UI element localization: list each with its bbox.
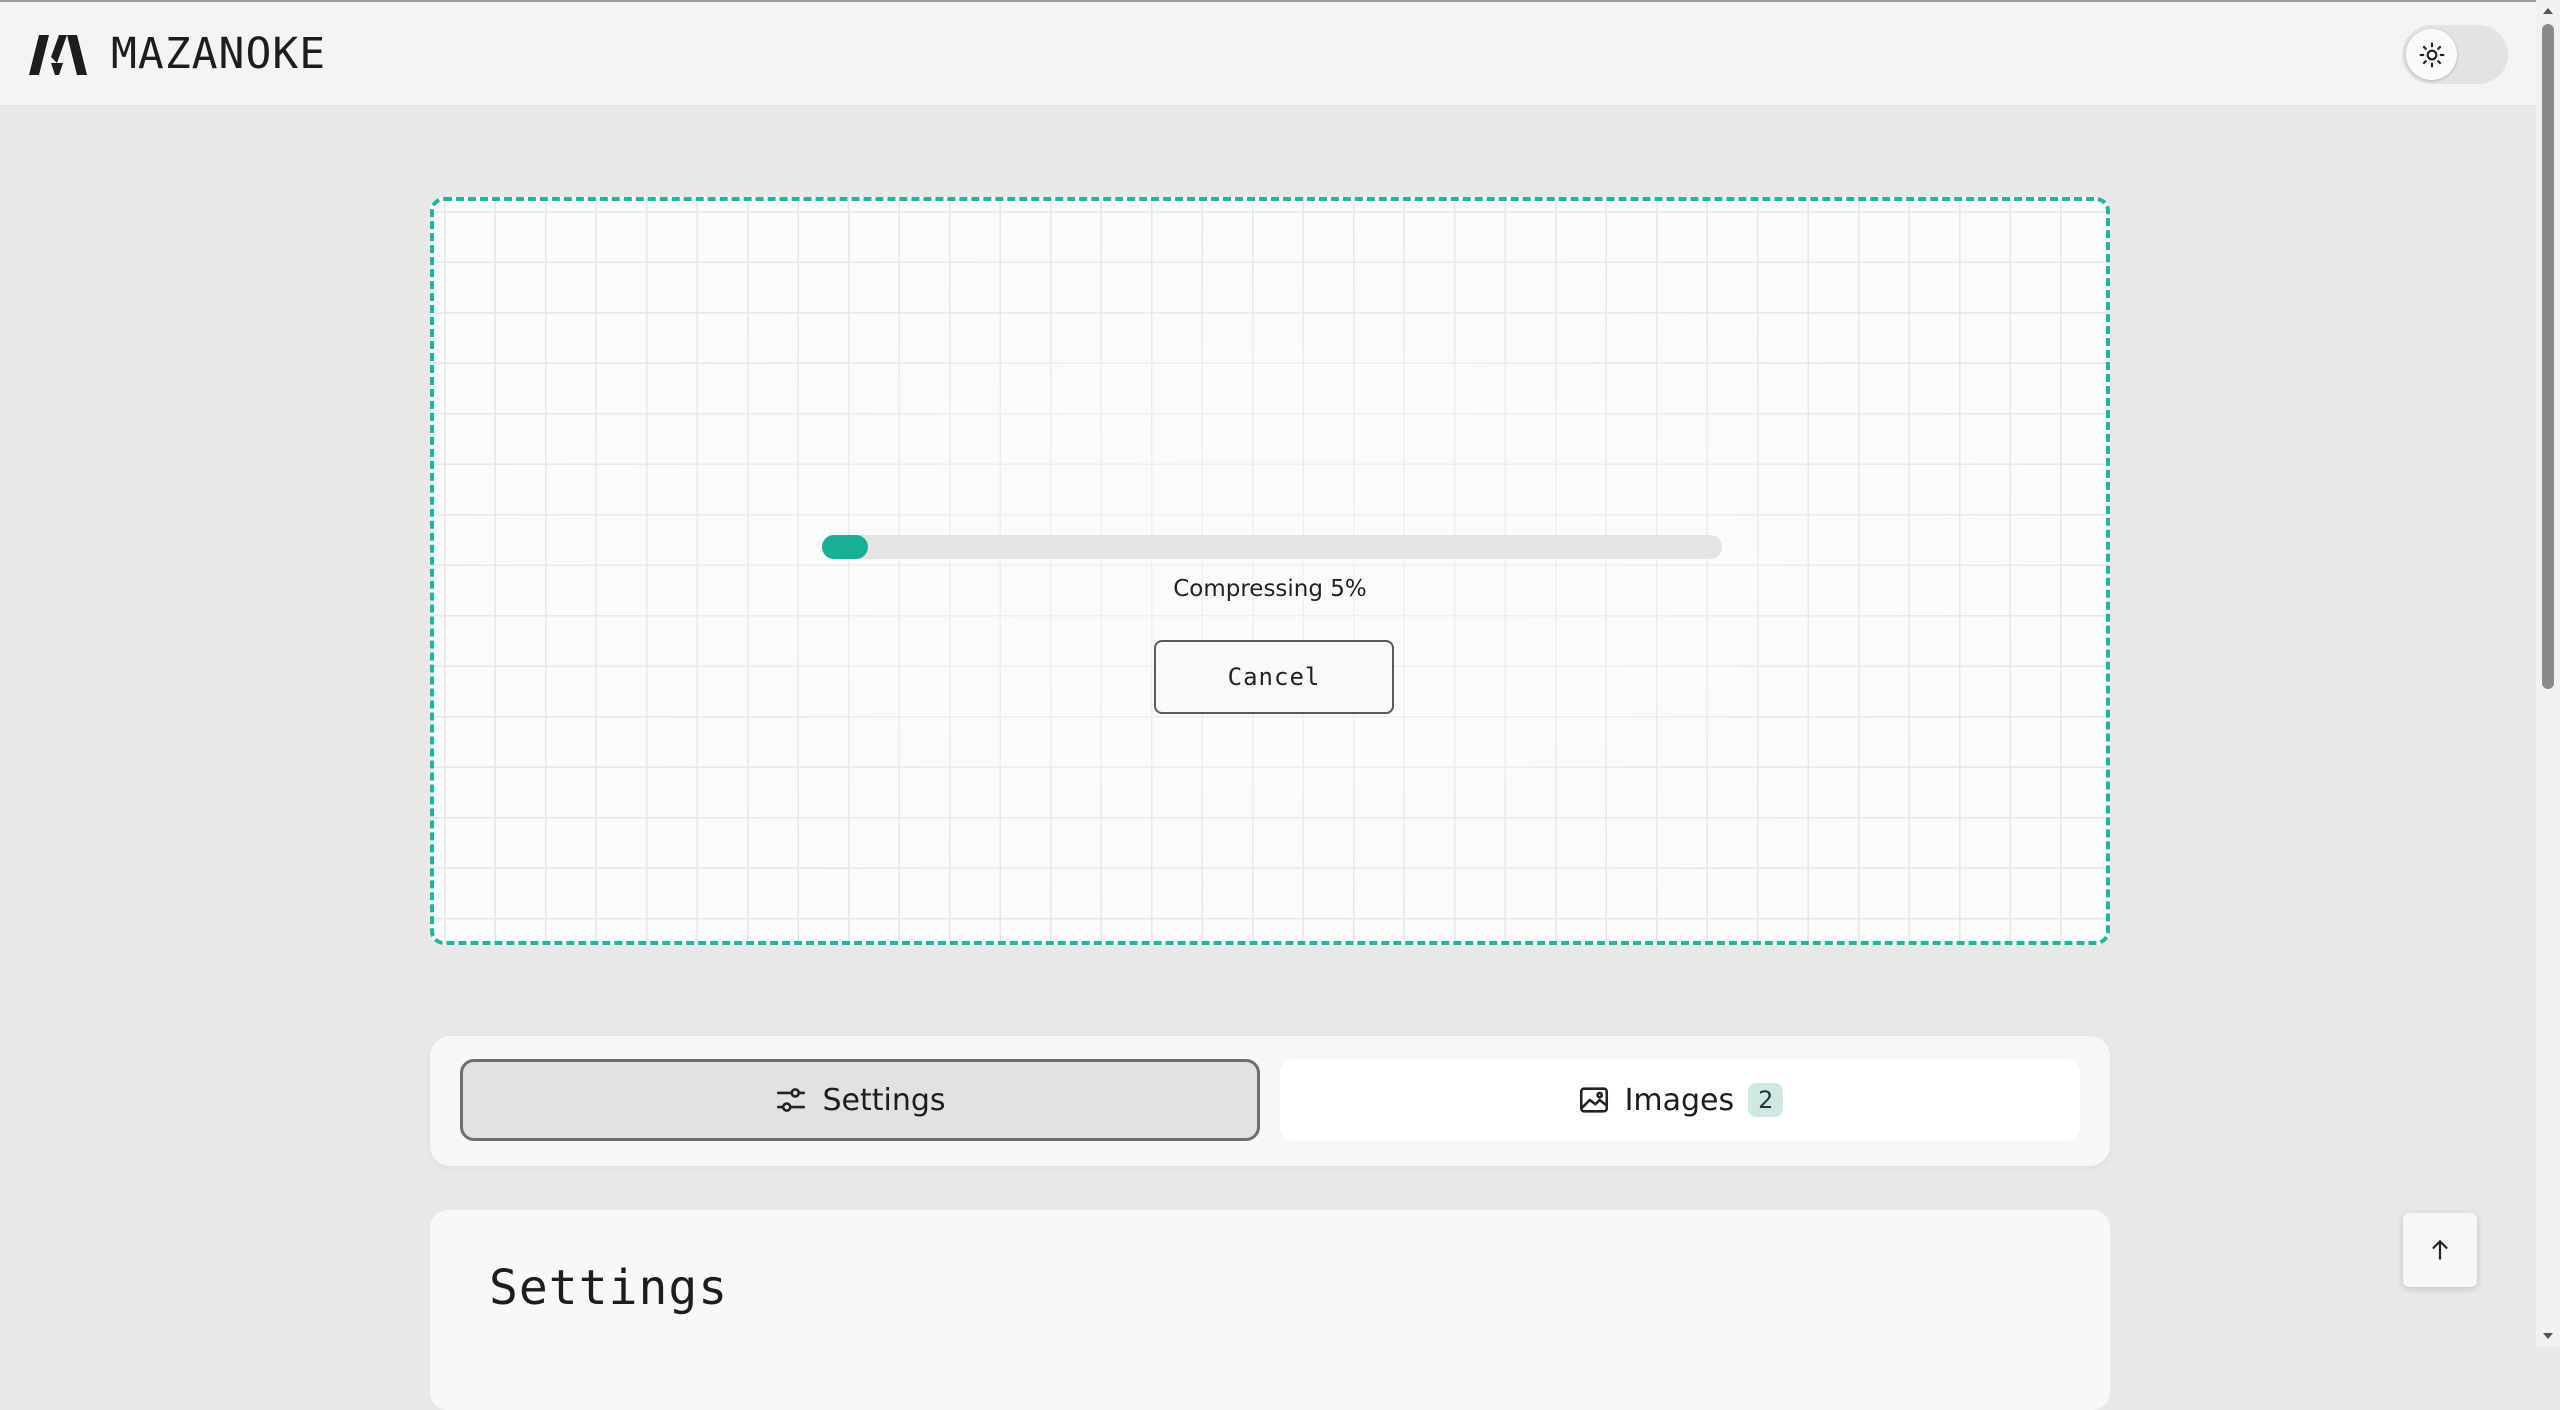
compression-progress-bar (822, 535, 1722, 559)
cancel-button[interactable]: Cancel (1154, 640, 1394, 714)
sliders-icon (777, 1088, 806, 1112)
scroll-down-arrow-icon[interactable] (2536, 1325, 2560, 1347)
tab-images-label: Images (1624, 1082, 1735, 1118)
app-brand-name[interactable]: MAZANOKE (111, 24, 326, 84)
settings-panel: Settings (430, 1210, 2110, 1410)
scrollbar-thumb[interactable] (2542, 24, 2554, 689)
theme-toggle[interactable] (2402, 25, 2508, 84)
sun-icon (2419, 42, 2444, 67)
settings-title: Settings (489, 1260, 729, 1316)
dropzone-glow (434, 201, 2106, 941)
images-count-badge: 2 (1748, 1083, 1784, 1117)
scroll-to-top-button[interactable] (2403, 1213, 2477, 1287)
arrow-up-icon (2432, 1240, 2448, 1260)
mazanoke-logo-icon (29, 35, 87, 75)
top-header: MAZANOKE (0, 0, 2536, 106)
theme-toggle-knob (2406, 29, 2457, 80)
image-icon (1579, 1087, 1608, 1113)
tab-settings[interactable]: Settings (460, 1059, 1260, 1141)
tab-bar: Settings Images 2 (430, 1036, 2110, 1166)
scroll-up-arrow-icon[interactable] (2536, 0, 2560, 22)
compression-progress-fill (822, 535, 868, 559)
image-dropzone[interactable]: Compressing 5% Cancel (430, 197, 2110, 945)
tab-settings-label: Settings (822, 1082, 946, 1118)
tab-images[interactable]: Images 2 (1280, 1059, 2080, 1141)
compression-status-text: Compressing 5% (1173, 576, 1367, 602)
page-scrollbar[interactable] (2536, 0, 2560, 1347)
